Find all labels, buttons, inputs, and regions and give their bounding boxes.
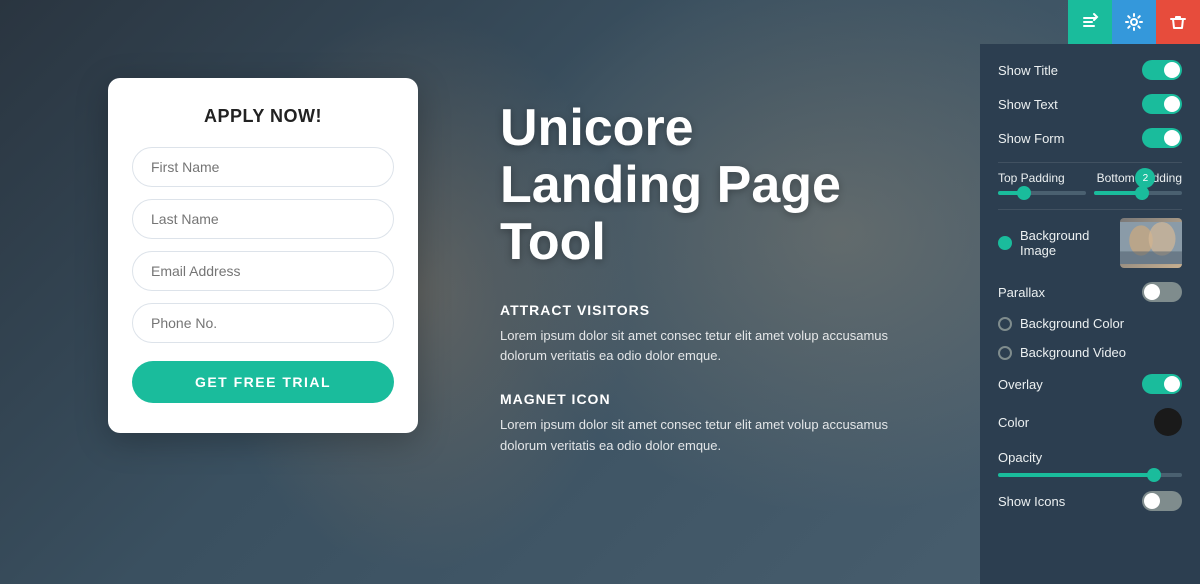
section1-text: Lorem ipsum dolor sit amet consec tetur … [500, 326, 930, 368]
section2-text: Lorem ipsum dolor sit amet consec tetur … [500, 415, 930, 457]
padding-sliders: 2 [998, 191, 1182, 195]
bg-color-radio[interactable] [998, 317, 1012, 331]
first-name-input[interactable] [132, 147, 394, 187]
settings-button[interactable] [1112, 0, 1156, 44]
parallax-label: Parallax [998, 285, 1045, 300]
bg-image-row: Background Image [998, 218, 1182, 268]
show-form-label: Show Form [998, 131, 1064, 146]
opacity-label: Opacity [998, 450, 1182, 465]
section2-heading: MAGNET ICON [500, 391, 930, 407]
email-input[interactable] [132, 251, 394, 291]
show-icons-toggle[interactable] [1142, 491, 1182, 511]
bg-image-radio[interactable] [998, 236, 1012, 250]
show-form-row: Show Form [998, 128, 1182, 148]
bg-image-section: Background Image [998, 218, 1182, 268]
divider1 [998, 162, 1182, 163]
bg-thumbnail[interactable] [1120, 218, 1182, 268]
show-form-toggle[interactable] [1142, 128, 1182, 148]
bottom-padding-track[interactable]: 2 [1094, 191, 1182, 195]
bg-video-row: Background Video [998, 345, 1182, 360]
hero-title: Unicore Landing Page Tool [500, 100, 930, 272]
overlay-label: Overlay [998, 377, 1043, 392]
phone-input[interactable] [132, 303, 394, 343]
toolbar [1068, 0, 1200, 44]
bg-color-label: Background Color [1020, 316, 1182, 331]
swap-button[interactable] [1068, 0, 1112, 44]
opacity-section: Opacity [998, 450, 1182, 477]
bottom-padding-badge: 2 [1135, 168, 1155, 188]
show-icons-row: Show Icons [998, 491, 1182, 511]
color-label: Color [998, 415, 1029, 430]
color-row: Color [998, 408, 1182, 436]
overlay-toggle[interactable] [1142, 374, 1182, 394]
show-title-toggle[interactable] [1142, 60, 1182, 80]
show-title-row: Show Title [998, 60, 1182, 80]
trial-button[interactable]: GET FREE TRIAL [132, 361, 394, 403]
show-icons-label: Show Icons [998, 494, 1065, 509]
opacity-slider[interactable] [998, 473, 1182, 477]
divider2 [998, 209, 1182, 210]
show-text-toggle[interactable] [1142, 94, 1182, 114]
section1-heading: ATTRACT VISITORS [500, 302, 930, 318]
parallax-toggle[interactable] [1142, 282, 1182, 302]
bg-video-radio[interactable] [998, 346, 1012, 360]
overlay-row: Overlay [998, 374, 1182, 394]
hero-content: Unicore Landing Page Tool ATTRACT VISITO… [500, 100, 930, 481]
top-padding-label: Top Padding [998, 171, 1065, 185]
parallax-row: Parallax [998, 282, 1182, 302]
bg-color-row: Background Color [998, 316, 1182, 331]
settings-panel: Show Title Show Text Show Form Top Paddi… [980, 44, 1200, 584]
form-title: APPLY NOW! [132, 106, 394, 127]
form-card: APPLY NOW! GET FREE TRIAL [108, 78, 418, 433]
bg-video-label: Background Video [1020, 345, 1182, 360]
delete-button[interactable] [1156, 0, 1200, 44]
show-text-label: Show Text [998, 97, 1058, 112]
last-name-input[interactable] [132, 199, 394, 239]
bg-image-label: Background Image [1020, 228, 1112, 258]
top-padding-track[interactable] [998, 191, 1086, 195]
color-swatch[interactable] [1154, 408, 1182, 436]
opacity-thumb[interactable] [1147, 468, 1161, 482]
show-text-row: Show Text [998, 94, 1182, 114]
padding-section: Top Padding Bottom Padding 2 [998, 171, 1182, 195]
show-title-label: Show Title [998, 63, 1058, 78]
